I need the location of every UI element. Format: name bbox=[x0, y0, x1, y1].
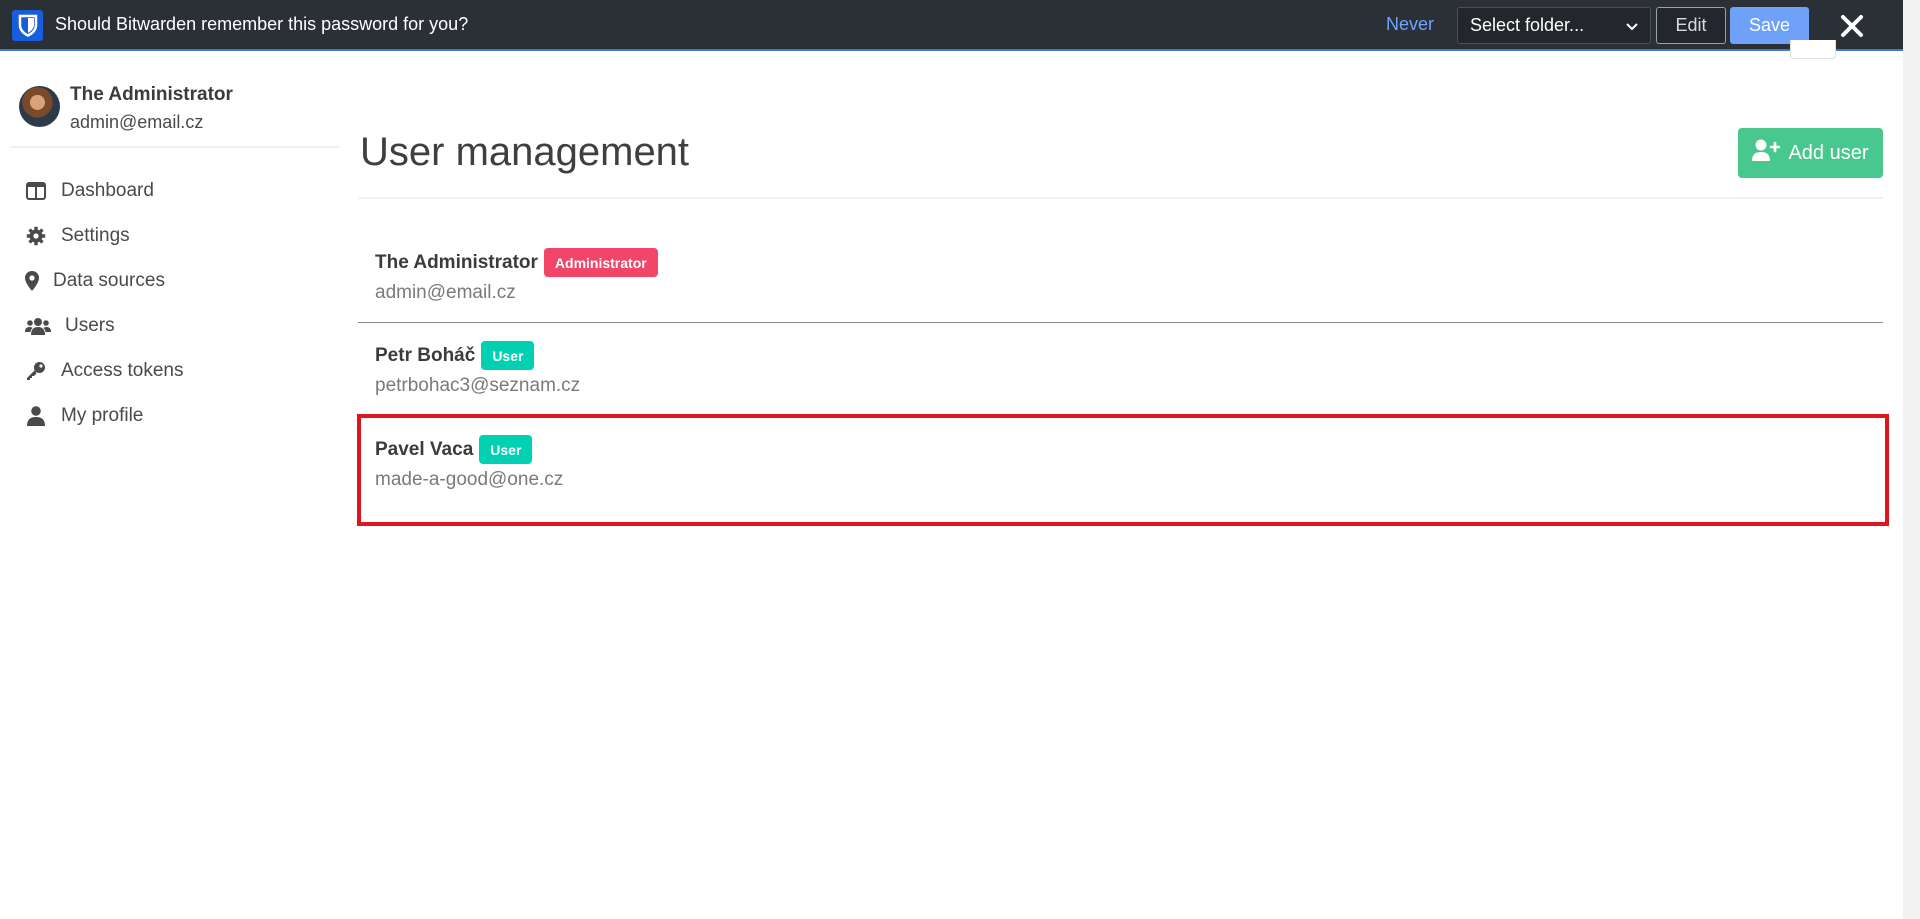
user-icon bbox=[24, 404, 48, 428]
key-icon bbox=[24, 359, 48, 383]
folder-select-value: Select folder... bbox=[1470, 15, 1585, 35]
sidebar-item-dashboard[interactable]: Dashboard bbox=[24, 168, 184, 213]
sidebar-user-email: admin@email.cz bbox=[70, 112, 204, 132]
add-user-label: Add user bbox=[1788, 141, 1869, 164]
chevron-down-icon bbox=[1626, 15, 1638, 36]
close-icon[interactable] bbox=[1836, 10, 1868, 42]
bitwarden-shield-icon bbox=[12, 10, 43, 41]
navbar-burger-button[interactable] bbox=[1790, 40, 1836, 59]
sidebar-item-label: Dashboard bbox=[61, 179, 154, 201]
save-button[interactable]: Save bbox=[1730, 7, 1809, 44]
role-badge: Administrator bbox=[543, 248, 658, 277]
bitwarden-notification-bar: Should Bitwarden remember this password … bbox=[0, 0, 1920, 51]
sidebar-item-label: Settings bbox=[61, 224, 130, 246]
sidebar-item-data-sources[interactable]: Data sources bbox=[24, 258, 184, 303]
vertical-scrollbar[interactable] bbox=[1903, 0, 1920, 919]
sidebar-item-label: Access tokens bbox=[61, 359, 184, 381]
sidebar-divider bbox=[10, 146, 340, 148]
user-plus-icon bbox=[1752, 139, 1781, 167]
never-button[interactable]: Never bbox=[1386, 14, 1434, 35]
columns-icon bbox=[24, 179, 48, 203]
user-name: Petr Boháč bbox=[375, 344, 476, 366]
sidebar-item-my-profile[interactable]: My profile bbox=[24, 393, 184, 438]
user-email: petrbohac3@seznam.cz bbox=[375, 375, 581, 396]
title-divider bbox=[358, 197, 1883, 199]
gear-icon bbox=[24, 224, 48, 248]
sidebar-item-label: Data sources bbox=[53, 269, 165, 291]
sidebar-item-users[interactable]: Users bbox=[24, 303, 184, 348]
avatar bbox=[19, 86, 60, 127]
add-user-button[interactable]: Add user bbox=[1738, 128, 1883, 178]
sidebar-nav: Dashboard Settings Data sources Users Ac… bbox=[24, 168, 184, 438]
sidebar-item-label: My profile bbox=[61, 404, 144, 426]
page-title: User management bbox=[360, 130, 690, 174]
sidebar-item-settings[interactable]: Settings bbox=[24, 213, 184, 258]
sidebar-item-label: Users bbox=[65, 314, 115, 336]
bitwarden-message: Should Bitwarden remember this password … bbox=[55, 14, 469, 34]
edit-button[interactable]: Edit bbox=[1656, 7, 1726, 44]
user-email: admin@email.cz bbox=[375, 282, 516, 303]
map-marker-icon bbox=[24, 269, 40, 293]
folder-select[interactable]: Select folder... bbox=[1457, 7, 1651, 44]
user-name: The Administrator bbox=[375, 251, 538, 273]
users-icon bbox=[24, 314, 52, 338]
sidebar-item-access-tokens[interactable]: Access tokens bbox=[24, 348, 184, 393]
role-badge: User bbox=[481, 341, 535, 370]
row-divider bbox=[358, 322, 1883, 323]
sidebar-user-name: The Administrator bbox=[70, 84, 233, 105]
selection-highlight-box bbox=[357, 414, 1889, 526]
